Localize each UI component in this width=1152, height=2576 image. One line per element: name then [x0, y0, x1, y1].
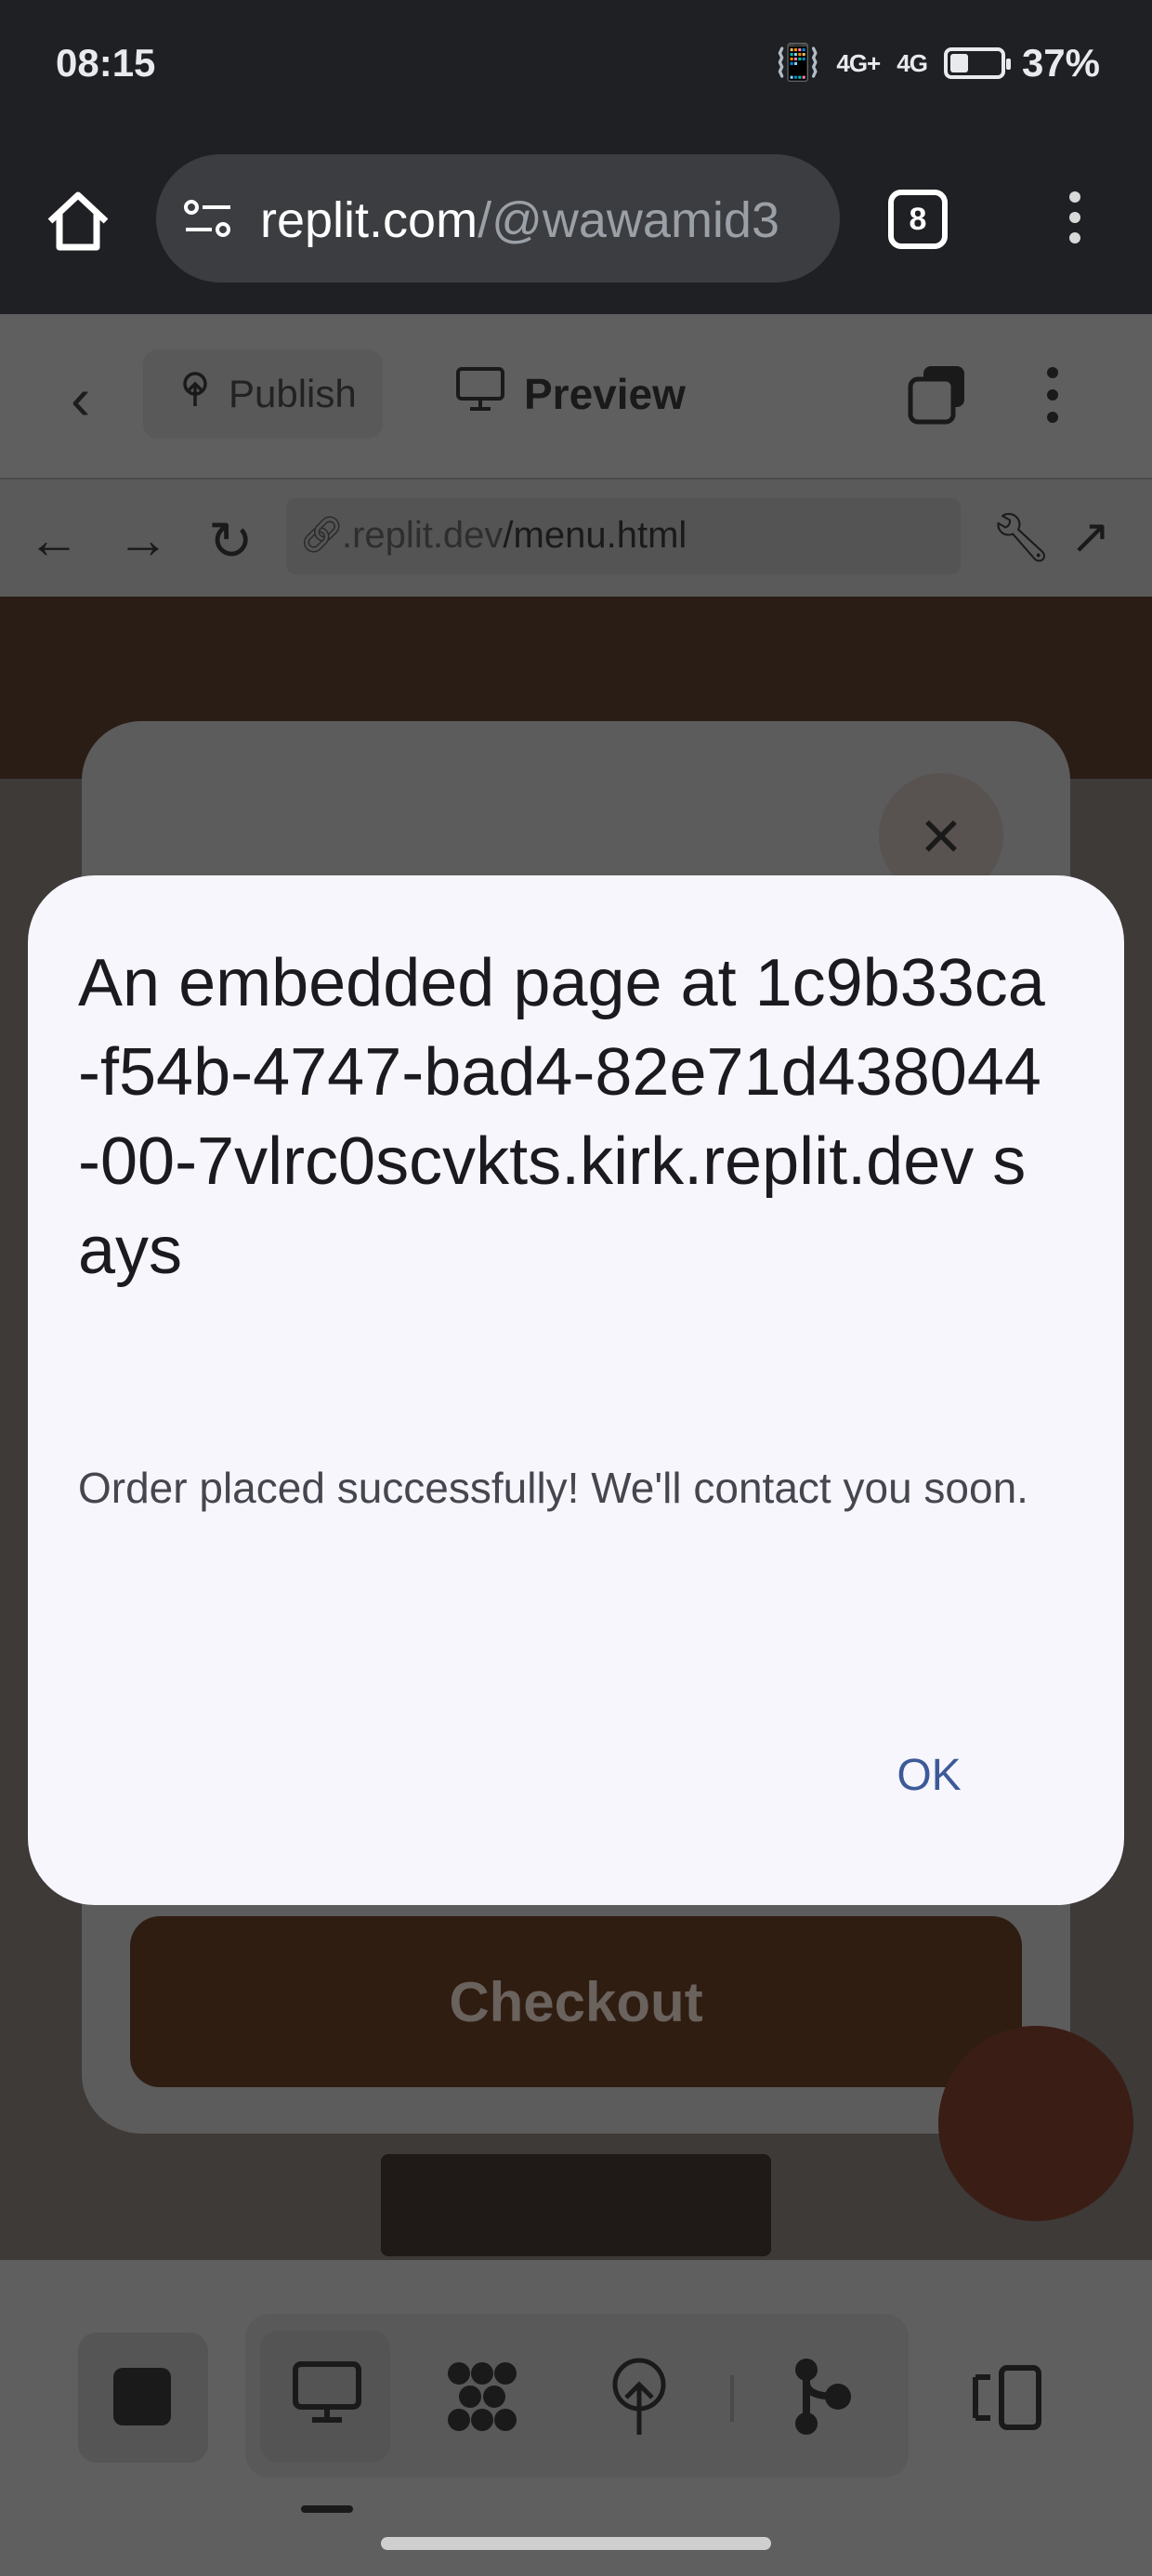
gesture-navigation-bar[interactable]	[381, 2537, 771, 2550]
address-bar-url: replit.com/@wawamid3	[260, 191, 779, 249]
stack-windows-icon[interactable]	[905, 362, 970, 427]
dialog-message: Order placed successfully! We'll contact…	[78, 1464, 1028, 1512]
site-settings-icon[interactable]	[182, 196, 234, 241]
replit-menu-icon[interactable]	[1039, 361, 1067, 435]
deploy-icon[interactable]	[606, 2357, 673, 2451]
monitor-icon	[455, 366, 505, 423]
signal-4g-plus-icon: 4G+	[836, 48, 881, 77]
publish-button[interactable]: Publish	[143, 349, 383, 439]
browser-menu-icon[interactable]	[1059, 186, 1091, 253]
battery-percent: 37%	[1021, 41, 1100, 85]
url-path: /@wawamid3	[478, 192, 779, 248]
back-chevron-icon[interactable]: ‹	[71, 364, 90, 433]
dialog-title: An embedded page at 1c9b33ca-f54b-4747-b…	[78, 946, 1045, 1288]
preview-tab[interactable]: Preview	[455, 349, 686, 439]
status-time: 08:15	[56, 41, 156, 85]
app-footer-dimmed	[381, 2154, 771, 2256]
publish-label: Publish	[229, 372, 357, 415]
vibrate-icon: 📳	[776, 44, 820, 83]
desktop-icon	[292, 2360, 362, 2439]
checkout-button[interactable]: Checkout	[130, 1916, 1022, 2087]
home-icon[interactable]	[41, 184, 115, 258]
back-arrow-icon[interactable]: ←	[28, 509, 80, 570]
forward-arrow-icon[interactable]: →	[117, 509, 169, 570]
signal-4g-icon: 4G	[897, 48, 928, 77]
floating-cart-button[interactable]	[938, 2026, 1133, 2221]
publish-icon	[177, 371, 214, 417]
url-host: replit.com	[260, 192, 478, 248]
preview-url-field[interactable]: 🔗︎ .replit.dev/menu.html	[286, 498, 961, 574]
active-tab-indicator	[301, 2505, 353, 2513]
reload-icon[interactable]: ↻	[208, 509, 254, 572]
link-icon: 🔗︎	[299, 516, 345, 555]
preview-url-path: /menu.html	[503, 515, 687, 556]
status-icons: 📳 4G+ 4G 37%	[776, 41, 1100, 85]
agent-icon[interactable]	[442, 2357, 522, 2451]
address-bar[interactable]: replit.com/@wawamid3	[156, 154, 840, 283]
preview-label: Preview	[524, 370, 686, 418]
split-view-icon[interactable]	[970, 2364, 1044, 2445]
toolbar-divider	[730, 2375, 734, 2422]
tab-switcher-button[interactable]: 8	[888, 190, 948, 249]
battery-icon	[943, 47, 1011, 79]
git-branch-icon[interactable]	[790, 2357, 855, 2451]
open-external-icon[interactable]: ↗	[1070, 509, 1111, 565]
ok-button[interactable]: OK	[873, 1738, 985, 1812]
wrench-icon[interactable]: 🔧︎	[990, 509, 1052, 566]
preview-url-domain: .replit.dev	[342, 515, 504, 556]
stop-icon	[113, 2368, 171, 2425]
preview-url-text: .replit.dev/menu.html	[342, 515, 687, 557]
